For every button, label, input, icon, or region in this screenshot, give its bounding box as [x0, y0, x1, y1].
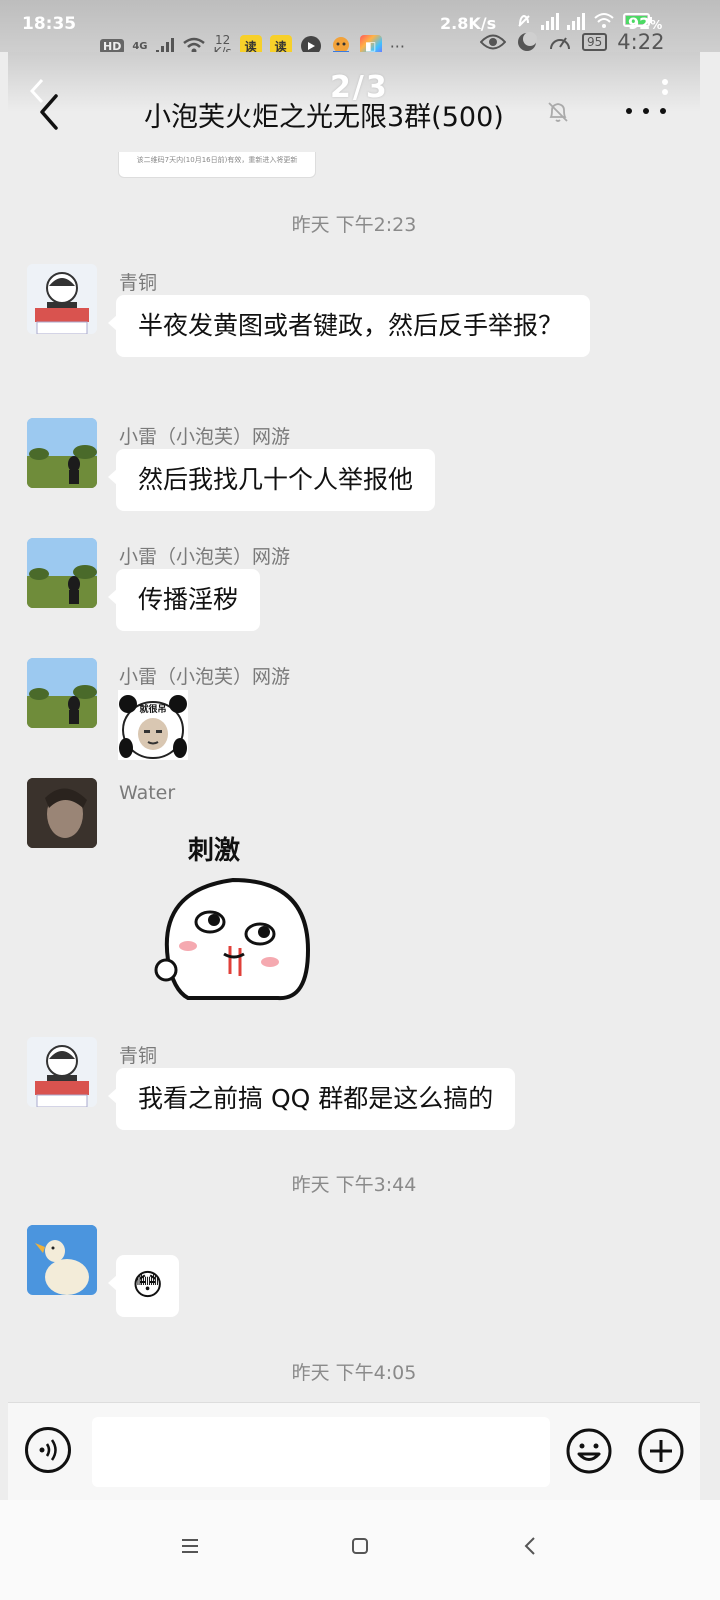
voice-icon [39, 1439, 57, 1461]
sender-name: 小雷（小泡芙）网游 [119, 666, 291, 688]
inner-time: 4:22 [617, 30, 665, 54]
avatar[interactable] [27, 778, 97, 848]
network-type: 4G [132, 40, 148, 52]
reaction-sticker[interactable]: 刺激 [148, 830, 328, 1010]
emoji-button[interactable] [565, 1427, 613, 1475]
outer-signal-icon [541, 12, 559, 30]
chat-title: 小泡芙火炬之光无限3群(500) [144, 102, 504, 133]
nav-home-button[interactable] [340, 1526, 380, 1566]
more-functions-button[interactable] [637, 1427, 685, 1475]
emoji-icon [566, 1428, 612, 1474]
sender-name: 青铜 [119, 272, 158, 294]
sticker-caption: 刺激 [188, 836, 241, 866]
emoji-bubble[interactable]: 😳 [107, 1255, 180, 1317]
panda-sticker[interactable]: 就很吊 [118, 690, 188, 760]
eye-icon [480, 34, 506, 50]
blob-sticker-image [154, 877, 311, 1001]
avatar-duck-image [27, 1225, 97, 1295]
more-icon-dot [660, 108, 666, 114]
avatar[interactable] [27, 418, 97, 488]
chat-header: 2/3 小泡芙火炬之光无限3群(500) [8, 52, 700, 152]
avatar[interactable] [27, 264, 97, 334]
voice-button[interactable] [25, 1427, 71, 1473]
sender-name: 小雷（小泡芙）网游 [119, 426, 291, 448]
home-square-icon [352, 1538, 368, 1554]
message-bubble[interactable]: 传播淫秽 [107, 569, 261, 631]
sticker-caption: 就很吊 [139, 705, 167, 715]
inner-battery: 95 [582, 33, 608, 51]
message-input[interactable] [92, 1417, 550, 1487]
faint-back-icon [29, 78, 44, 104]
message-item: 青铜 我看之前搞 QQ 群都是这么搞的 [8, 1037, 700, 1147]
sender-name: Water [119, 782, 176, 804]
outer-signal-2-icon [567, 12, 585, 30]
do-not-disturb-icon [518, 32, 537, 51]
system-nav-bar [0, 1500, 720, 1600]
avatar[interactable] [27, 538, 97, 608]
outer-wifi-icon [594, 13, 614, 28]
speedometer-icon [550, 37, 570, 50]
outer-status-time: 18:35 [22, 14, 77, 34]
more-button[interactable] [626, 108, 666, 120]
message-bubble[interactable]: 半夜发黄图或者键政，然后反手举报？ [108, 295, 590, 357]
message-item: 小雷（小泡芙）网游 传播淫秽 [8, 538, 700, 648]
timestamp: 昨天 下午2:23 [291, 214, 417, 236]
sender-name: 小雷（小泡芙）网游 [119, 546, 291, 568]
timestamp: 昨天 下午4:05 [291, 1362, 417, 1384]
avatar-water-image [27, 778, 97, 848]
nav-menu-button[interactable] [170, 1526, 210, 1566]
avatar-field-image [27, 418, 97, 488]
mute-bell-icon [548, 102, 568, 122]
more-icon [626, 108, 632, 114]
sender-name: 青铜 [119, 1045, 158, 1067]
avatar-bronze-image [27, 264, 97, 334]
chat-area[interactable]: 该二维码7天内(10月16日前)有效，重新进入将更新 昨天 下午2:23 青铜 … [8, 152, 700, 1402]
menu-icon [182, 1539, 198, 1553]
avatar[interactable] [27, 1225, 97, 1295]
avatar-bronze-image [27, 1037, 97, 1107]
message-item: Water 刺激 [8, 778, 700, 1028]
inner-status-right: 95 4:22 [480, 30, 664, 54]
plus-icon [638, 1428, 684, 1474]
previous-card[interactable]: 该二维码7天内(10月16日前)有效，重新进入将更新 [118, 152, 316, 178]
timestamp: 昨天 下午3:44 [291, 1174, 417, 1196]
more-icon-dot [643, 108, 649, 114]
message-bubble[interactable]: 然后我找几十个人举报他 [107, 449, 436, 511]
message-item: 小雷（小泡芙）网游 然后我找几十个人举报他 [8, 418, 700, 528]
message-bubble[interactable]: 我看之前搞 QQ 群都是这么搞的 [107, 1068, 516, 1130]
avatar-field-image [27, 658, 97, 728]
message-item: 小雷（小泡芙）网游 就很吊 [8, 658, 700, 768]
message-item: 青铜 半夜发黄图或者键政，然后反手举报？ [8, 264, 700, 404]
avatar-field-image [27, 538, 97, 608]
message-item: 😳 [8, 1225, 700, 1335]
panda-sticker-image [119, 695, 187, 759]
nav-back-icon [524, 1537, 535, 1555]
faint-dots-icon [662, 79, 668, 95]
input-bar [8, 1402, 700, 1501]
alarm-off-icon [518, 14, 530, 27]
avatar[interactable] [27, 658, 97, 728]
avatar[interactable] [27, 1037, 97, 1107]
nav-back-button[interactable] [510, 1526, 550, 1566]
